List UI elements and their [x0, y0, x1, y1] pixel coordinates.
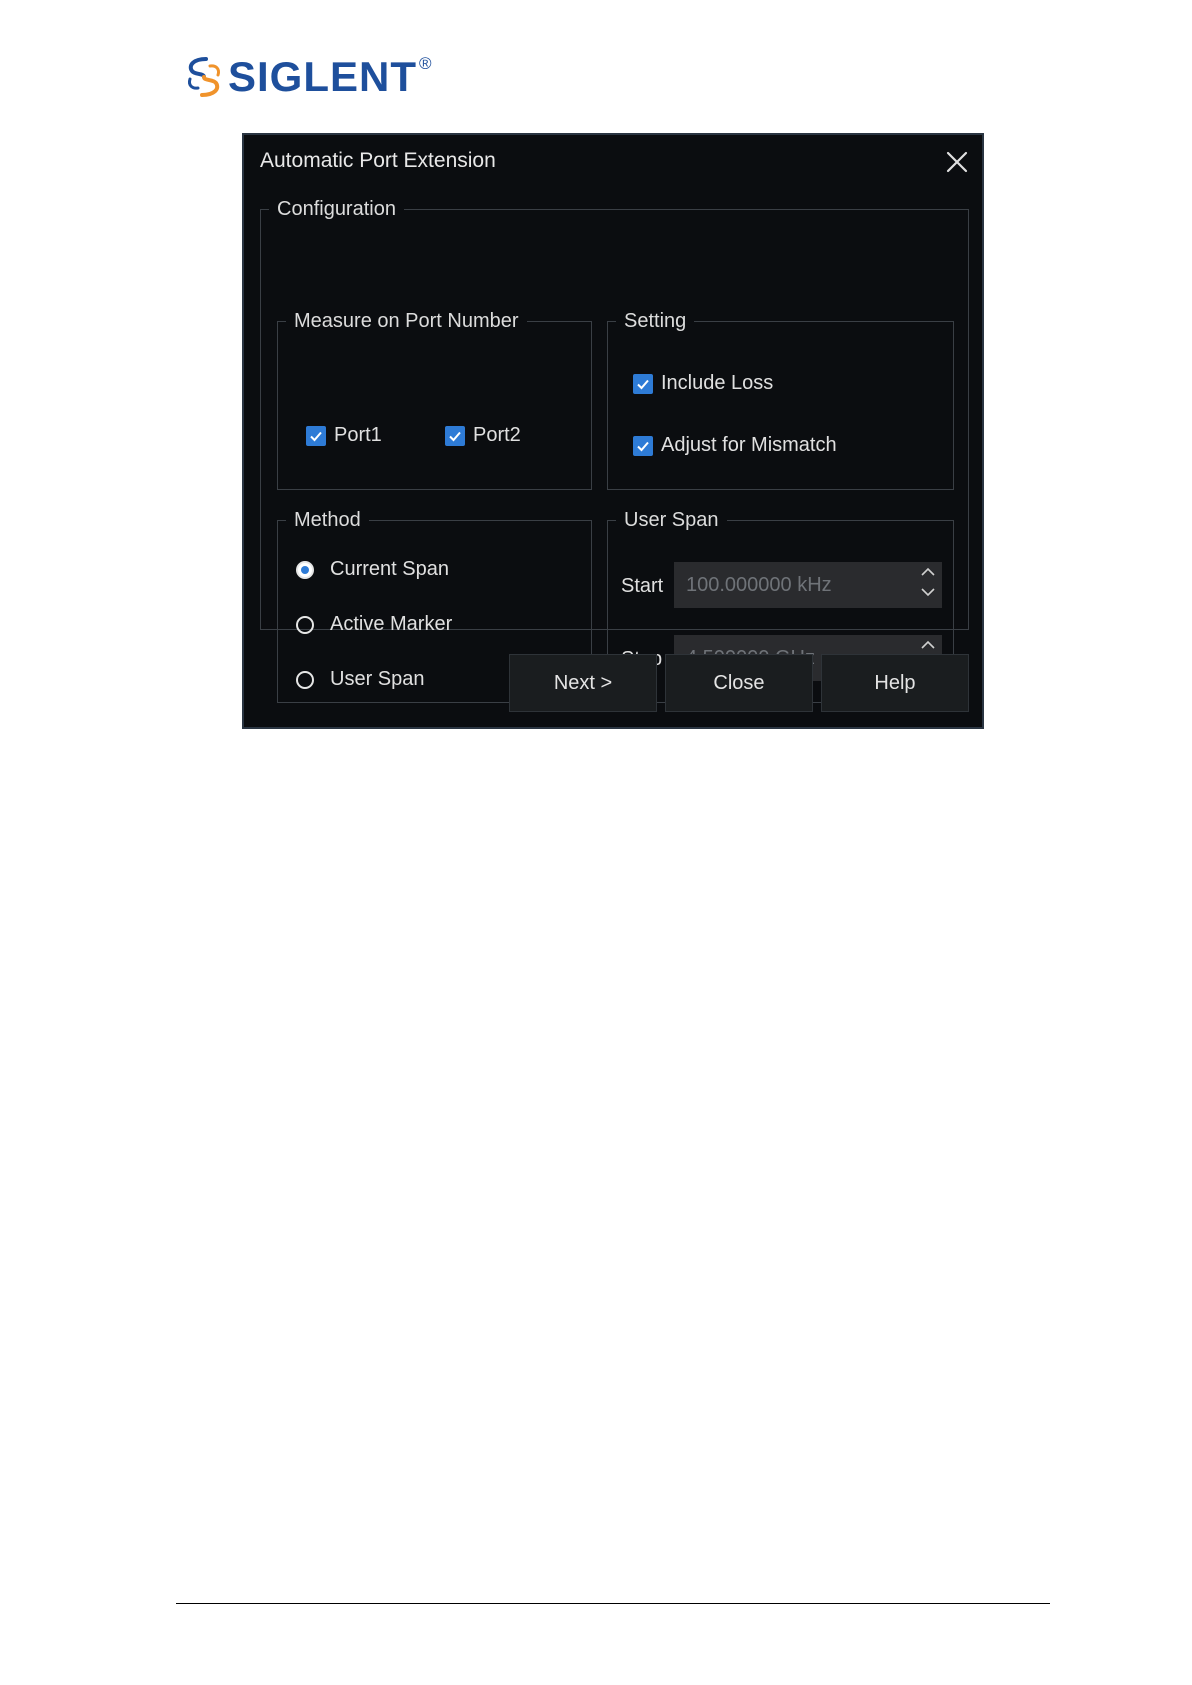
help-button[interactable]: Help — [821, 654, 969, 712]
next-button[interactable]: Next > — [509, 654, 657, 712]
checkbox-checked-icon — [633, 373, 653, 394]
dialog-title: Automatic Port Extension — [260, 149, 496, 172]
port1-label: Port1 — [334, 424, 382, 446]
start-label: Start — [621, 575, 664, 597]
port2-checkbox[interactable]: Port2 — [445, 424, 521, 447]
port1-checkbox[interactable]: Port1 — [306, 424, 382, 447]
configuration-legend: Configuration — [277, 198, 396, 220]
registered-mark: ® — [419, 54, 432, 73]
start-spinbox — [674, 562, 942, 608]
radio-selected-icon — [296, 560, 314, 579]
start-input[interactable] — [686, 573, 906, 597]
chevron-up-icon[interactable] — [920, 638, 936, 652]
checkbox-checked-icon — [306, 425, 326, 446]
user-span-radio[interactable]: User Span — [296, 668, 425, 691]
checkbox-checked-icon — [633, 435, 653, 456]
measure-on-port-legend: Measure on Port Number — [294, 310, 519, 332]
user-span-label: User Span — [330, 668, 425, 690]
checkbox-checked-icon — [445, 425, 465, 446]
configuration-group: Configuration Measure on Port Number Por… — [260, 198, 969, 703]
adjust-for-mismatch-checkbox[interactable]: Adjust for Mismatch — [633, 434, 837, 457]
chevron-down-icon[interactable] — [920, 585, 936, 599]
current-span-label: Current Span — [330, 558, 449, 580]
close-icon[interactable] — [944, 149, 970, 175]
setting-legend: Setting — [624, 310, 687, 332]
include-loss-checkbox[interactable]: Include Loss — [633, 372, 773, 395]
method-legend: Method — [294, 509, 361, 531]
automatic-port-extension-dialog: Automatic Port Extension Configuration M… — [242, 133, 984, 729]
close-button[interactable]: Close — [665, 654, 813, 712]
measure-on-port-group: Measure on Port Number Port1 Port2 — [277, 310, 592, 490]
user-span-legend: User Span — [624, 509, 719, 531]
siglent-logo: SIGLENT ® — [184, 52, 432, 102]
active-marker-label: Active Marker — [330, 613, 453, 635]
radio-unselected-icon — [296, 670, 314, 689]
active-marker-radio[interactable]: Active Marker — [296, 613, 452, 636]
chevron-up-icon[interactable] — [920, 565, 936, 579]
setting-group: Setting Include Loss Adjust for Mismatch — [607, 310, 954, 490]
port2-label: Port2 — [473, 424, 521, 446]
brand-name: SIGLENT — [228, 53, 418, 100]
adjust-for-mismatch-label: Adjust for Mismatch — [661, 434, 837, 456]
siglent-swirl-icon — [188, 57, 220, 97]
page-footer-rule — [176, 1603, 1050, 1604]
include-loss-label: Include Loss — [661, 372, 774, 394]
radio-unselected-icon — [296, 615, 314, 634]
current-span-radio[interactable]: Current Span — [296, 558, 449, 581]
